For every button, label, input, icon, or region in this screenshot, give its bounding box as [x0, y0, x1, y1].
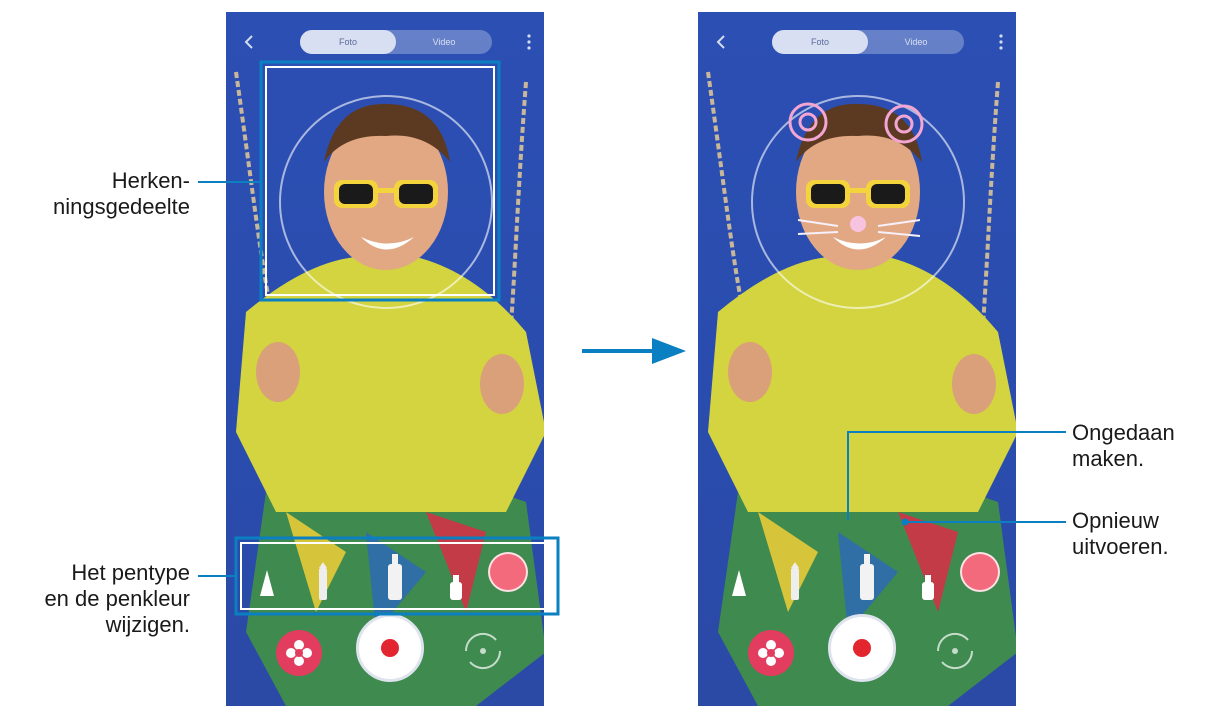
- tab-video[interactable]: Video: [868, 30, 964, 54]
- mode-switch[interactable]: Foto Video: [772, 30, 964, 54]
- chevron-left-icon[interactable]: [240, 32, 258, 52]
- pen-toolbar: [238, 542, 538, 608]
- more-vertical-icon[interactable]: [522, 32, 536, 52]
- record-button[interactable]: [356, 614, 424, 682]
- pen-color-picker[interactable]: [488, 552, 528, 592]
- pen-color-picker[interactable]: [960, 552, 1000, 592]
- pen-type-spray-icon[interactable]: [920, 572, 936, 602]
- tab-video[interactable]: Video: [396, 30, 492, 54]
- record-icon: [853, 639, 871, 657]
- more-vertical-icon[interactable]: [994, 32, 1008, 52]
- label-line: Herken-: [111, 168, 190, 193]
- effects-button[interactable]: [748, 630, 794, 676]
- record-button[interactable]: [828, 614, 896, 682]
- phone-screen-left: Foto Video: [226, 12, 544, 706]
- tab-photo[interactable]: Foto: [300, 30, 396, 54]
- flower-icon: [758, 640, 784, 666]
- label-redo: Opnieuw uitvoeren.: [1072, 508, 1213, 560]
- mode-switch[interactable]: Foto Video: [300, 30, 492, 54]
- phone-screen-right: Foto Video: [698, 12, 1016, 706]
- label-line: ningsgedeelte: [52, 194, 190, 219]
- pen-type-bottle-icon[interactable]: [386, 552, 404, 602]
- label-pen-settings: Het pentype en de penkleur wijzigen.: [0, 560, 190, 638]
- label-line: uitvoeren.: [1072, 534, 1169, 559]
- record-icon: [381, 639, 399, 657]
- switch-camera-icon[interactable]: [930, 626, 980, 676]
- label-undo: Ongedaan maken.: [1072, 420, 1213, 472]
- flower-icon: [286, 640, 312, 666]
- tab-photo[interactable]: Foto: [772, 30, 868, 54]
- arrow-right-icon: [582, 338, 686, 364]
- label-line: maken.: [1072, 446, 1145, 471]
- label-line: Het pentype: [71, 560, 190, 585]
- pen-toolbar: [710, 542, 1010, 608]
- label-recognition-area: Herken- ningsgedeelte: [40, 168, 190, 220]
- label-line: en de penkleur: [44, 586, 190, 611]
- effects-button[interactable]: [276, 630, 322, 676]
- chevron-left-icon[interactable]: [712, 32, 730, 52]
- switch-camera-icon[interactable]: [458, 626, 508, 676]
- pen-type-marker-icon[interactable]: [788, 562, 802, 602]
- pen-type-marker-icon[interactable]: [316, 562, 330, 602]
- pen-type-brush-icon[interactable]: [728, 568, 750, 602]
- label-line: Opnieuw: [1072, 508, 1159, 533]
- pen-type-bottle-icon[interactable]: [858, 552, 876, 602]
- label-line: Ongedaan: [1072, 420, 1175, 445]
- pen-type-brush-icon[interactable]: [256, 568, 278, 602]
- pen-type-spray-icon[interactable]: [448, 572, 464, 602]
- label-line: wijzigen.: [105, 612, 190, 637]
